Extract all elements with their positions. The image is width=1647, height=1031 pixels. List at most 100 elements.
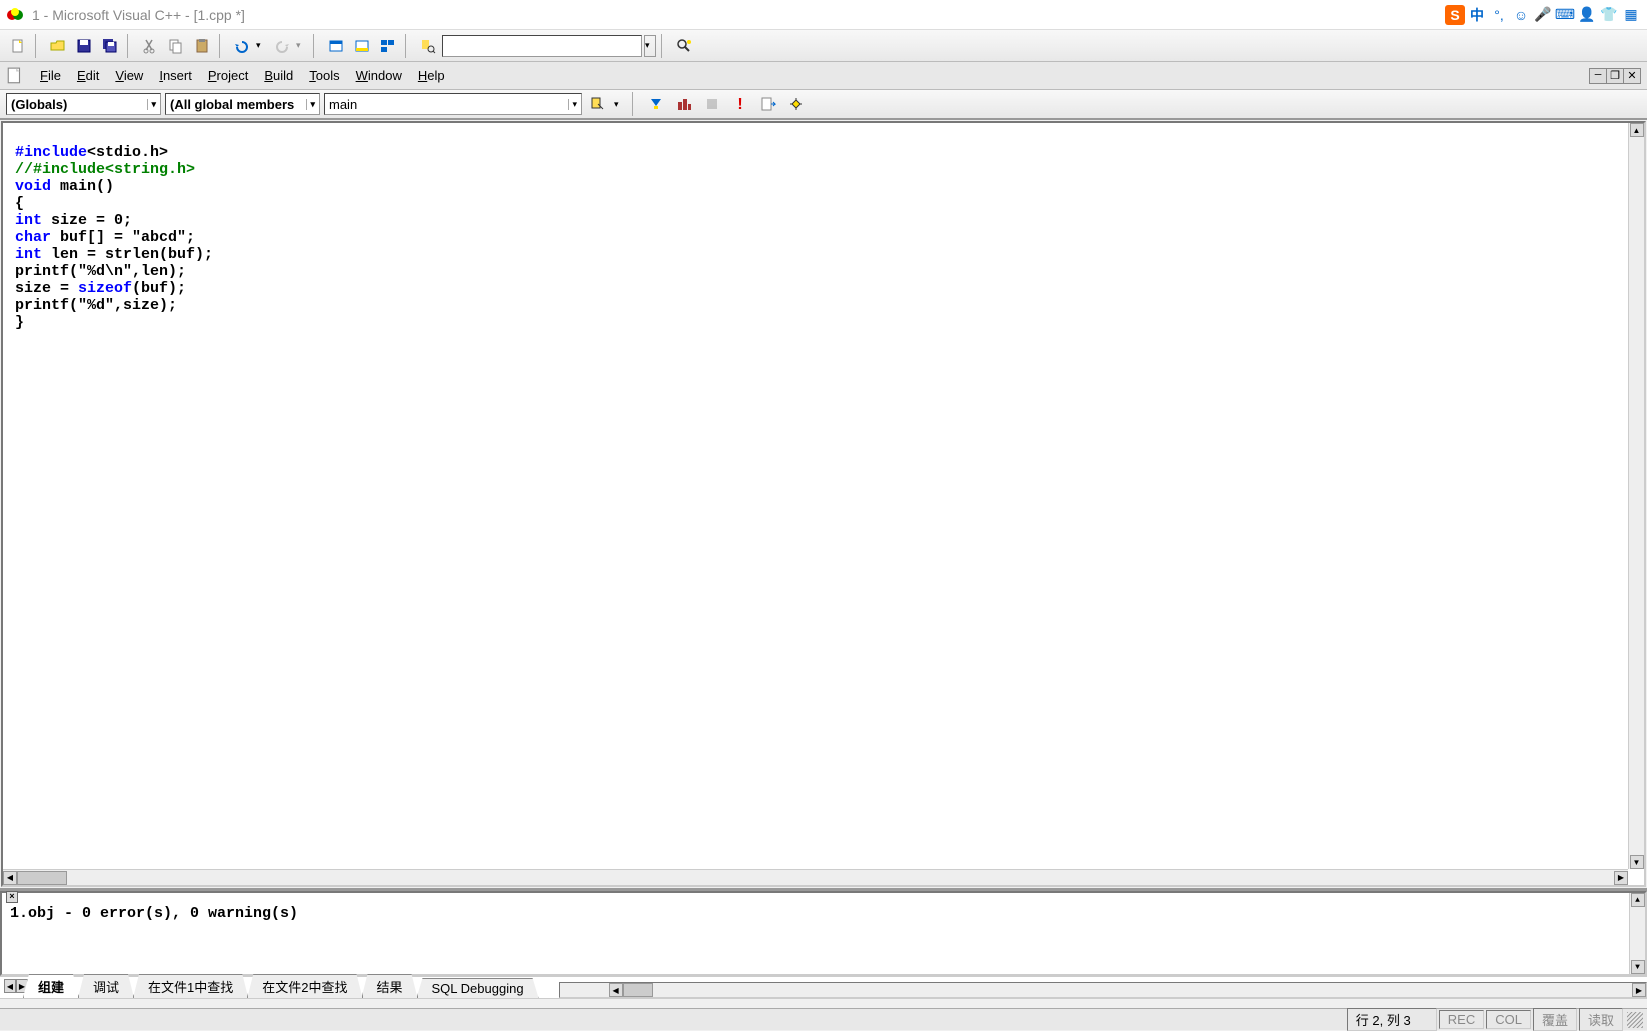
status-rec: REC <box>1439 1010 1484 1029</box>
scroll-right-icon[interactable]: ▶ <box>1614 871 1628 885</box>
function-dropdown[interactable]: main▾ <box>324 93 582 115</box>
output-close-button[interactable]: × <box>6 891 18 903</box>
members-dropdown[interactable]: (All global members▾ <box>165 93 320 115</box>
stop-build-button[interactable] <box>700 93 724 115</box>
open-button[interactable] <box>46 34 70 58</box>
resize-grip-icon[interactable] <box>1627 1012 1643 1028</box>
menu-view[interactable]: View <box>107 64 151 87</box>
scroll-right-icon[interactable]: ▶ <box>1632 983 1646 997</box>
code-token: printf("%d\n",len); <box>15 263 186 280</box>
paste-button[interactable] <box>190 34 214 58</box>
sogou-icon[interactable]: S <box>1445 5 1465 25</box>
code-keyword: char <box>15 229 51 246</box>
status-bar: 行 2, 列 3 REC COL 覆盖 读取 <box>0 1008 1647 1030</box>
editor-vertical-scrollbar[interactable]: ▲ ▼ <box>1628 123 1644 869</box>
find-dropdown[interactable]: ▾ <box>644 35 656 57</box>
find-in-files-button[interactable] <box>416 34 440 58</box>
wizard-toolbar: (Globals)▾ (All global members▾ main▾ ▾ … <box>0 90 1647 120</box>
output-horizontal-scrollbar[interactable]: ◀ ▶ <box>559 982 1647 998</box>
status-read: 读取 <box>1579 1008 1623 1031</box>
tab-build[interactable]: 组建 <box>23 974 79 998</box>
code-keyword: int <box>15 212 42 229</box>
find-combo[interactable] <box>442 35 642 57</box>
code-comment: //#include<string.h> <box>15 161 195 178</box>
redo-button[interactable] <box>270 34 294 58</box>
mdi-close-button[interactable]: ✕ <box>1623 68 1641 84</box>
tab-nav-left-icon[interactable]: ◀ <box>4 979 16 993</box>
menu-edit[interactable]: Edit <box>69 64 107 87</box>
output-vertical-scrollbar[interactable]: ▲ ▼ <box>1629 893 1645 974</box>
menu-help[interactable]: Help <box>410 64 453 87</box>
code-token: #include <box>15 144 87 161</box>
ime-grid-icon[interactable]: ▦ <box>1621 5 1641 25</box>
menu-file[interactable]: FFileile <box>32 64 69 87</box>
editor-content[interactable]: #include<stdio.h> //#include<string.h> v… <box>3 123 1644 885</box>
find-button[interactable] <box>672 34 696 58</box>
scroll-up-icon[interactable]: ▲ <box>1631 893 1645 907</box>
ime-shirt-icon[interactable]: 👕 <box>1599 5 1619 25</box>
tab-find2[interactable]: 在文件2中查找 <box>247 974 362 998</box>
app-icon <box>6 5 26 25</box>
code-editor[interactable]: #include<stdio.h> //#include<string.h> v… <box>1 121 1646 887</box>
code-token: size = <box>15 280 78 297</box>
execute-button[interactable]: ! <box>728 93 752 115</box>
goto-dropdown[interactable]: ▾ <box>614 99 626 110</box>
editor-horizontal-scrollbar[interactable]: ◀ ▶ <box>3 869 1628 885</box>
menu-build[interactable]: Build <box>256 64 301 87</box>
status-col: COL <box>1486 1010 1531 1029</box>
breakpoint-button[interactable] <box>784 93 808 115</box>
tab-sql[interactable]: SQL Debugging <box>417 978 539 998</box>
scroll-left-icon[interactable]: ◀ <box>609 983 623 997</box>
ime-person-icon[interactable]: 👤 <box>1577 5 1597 25</box>
output-button[interactable] <box>350 34 374 58</box>
menu-tools[interactable]: Tools <box>301 64 347 87</box>
status-ovr: 覆盖 <box>1533 1008 1577 1031</box>
cut-button[interactable] <box>138 34 162 58</box>
tab-debug[interactable]: 调试 <box>78 974 134 998</box>
redo-dropdown[interactable]: ▾ <box>296 40 308 51</box>
code-token: main() <box>51 178 114 195</box>
mdi-restore-button[interactable]: ❐ <box>1606 68 1624 84</box>
code-keyword: sizeof <box>78 280 132 297</box>
output-content[interactable]: × 1.obj - 0 error(s), 0 warning(s) ▲ ▼ <box>0 891 1647 976</box>
build-button[interactable] <box>672 93 696 115</box>
ime-mic-icon[interactable]: 🎤 <box>1533 5 1553 25</box>
code-token: <stdio.h> <box>87 144 168 161</box>
scroll-down-icon[interactable]: ▼ <box>1631 960 1645 974</box>
workspace-button[interactable] <box>324 34 348 58</box>
code-token: len = strlen(buf); <box>42 246 213 263</box>
menu-project[interactable]: Project <box>200 64 256 87</box>
ime-punct-icon[interactable]: °, <box>1489 5 1509 25</box>
undo-dropdown[interactable]: ▾ <box>256 40 268 51</box>
new-button[interactable] <box>6 34 30 58</box>
standard-toolbar: ▾ ▾ ▾ <box>0 30 1647 62</box>
ime-smile-icon[interactable]: ☺ <box>1511 5 1531 25</box>
code-token: buf[] = "abcd"; <box>51 229 195 246</box>
scroll-left-icon[interactable]: ◀ <box>3 871 17 885</box>
save-button[interactable] <box>72 34 96 58</box>
menu-insert[interactable]: Insert <box>151 64 200 87</box>
output-pane: × 1.obj - 0 error(s), 0 warning(s) ▲ ▼ ◀… <box>0 888 1647 998</box>
tab-result[interactable]: 结果 <box>362 974 418 998</box>
ime-lang-icon[interactable]: 中 <box>1467 5 1487 25</box>
undo-button[interactable] <box>230 34 254 58</box>
goto-button[interactable] <box>586 93 610 115</box>
tab-find1[interactable]: 在文件1中查找 <box>133 974 248 998</box>
scroll-thumb[interactable] <box>623 983 653 997</box>
compile-button[interactable] <box>644 93 668 115</box>
separator <box>0 998 1647 1008</box>
save-all-button[interactable] <box>98 34 122 58</box>
scroll-up-icon[interactable]: ▲ <box>1630 123 1644 137</box>
menu-window[interactable]: Window <box>348 64 410 87</box>
mdi-minimize-button[interactable]: ─ <box>1589 68 1607 84</box>
go-button[interactable] <box>756 93 780 115</box>
output-tabs: ◀ ▶ 组建 调试 在文件1中查找 在文件2中查找 结果 SQL Debuggi… <box>0 976 1647 998</box>
title-bar: 1 - Microsoft Visual C++ - [1.cpp *] S 中… <box>0 0 1647 30</box>
scroll-down-icon[interactable]: ▼ <box>1630 855 1644 869</box>
tab-nav: ◀ ▶ <box>4 979 28 993</box>
window-list-button[interactable] <box>376 34 400 58</box>
scope-dropdown[interactable]: (Globals)▾ <box>6 93 161 115</box>
scroll-thumb[interactable] <box>17 871 67 885</box>
copy-button[interactable] <box>164 34 188 58</box>
ime-keyboard-icon[interactable]: ⌨ <box>1555 5 1575 25</box>
